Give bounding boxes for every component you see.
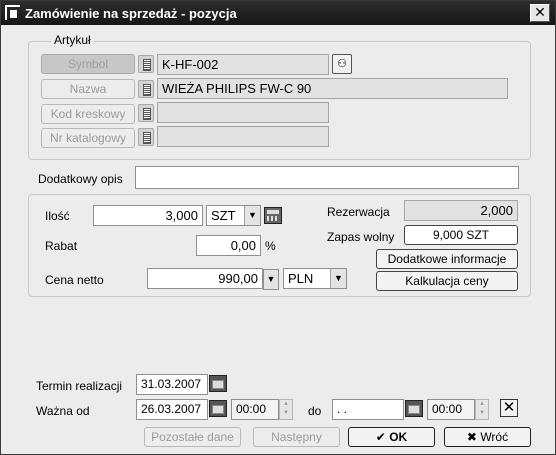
- rabat-label: Rabat: [45, 239, 78, 253]
- jednostka-value: SZT: [211, 208, 236, 223]
- chevron-down-icon[interactable]: ▼: [244, 206, 260, 225]
- pozostale-dane-button[interactable]: Pozostałe dane: [144, 427, 241, 447]
- zapas-wolny-button[interactable]: 9,000 SZT: [404, 225, 518, 245]
- termin-calendar-icon[interactable]: [209, 375, 227, 392]
- dodatkowy-opis-label: Dodatkowy opis: [38, 172, 123, 186]
- wazna-do-time-spinner[interactable]: ▲ ▼: [475, 399, 489, 420]
- nazwa-field[interactable]: WIEŻA PHILIPS FW-C 90: [157, 78, 508, 99]
- ilosc-field[interactable]: 3,000: [93, 205, 203, 226]
- clear-date-icon[interactable]: ✕: [500, 399, 518, 417]
- wazna-do-time-field[interactable]: 00:00: [427, 399, 475, 420]
- symbol-button[interactable]: Symbol: [41, 54, 135, 74]
- kod-kreskowy-button[interactable]: Kod kreskowy: [41, 104, 135, 124]
- artykul-group-label: Artykuł: [51, 33, 94, 47]
- zapas-wolny-label: Zapas wolny: [327, 230, 395, 244]
- nazwa-button[interactable]: Nazwa: [41, 79, 135, 99]
- wazna-od-date-field[interactable]: 26.03.2007: [136, 399, 208, 420]
- wroc-label: Wróć: [480, 430, 509, 444]
- termin-realizacji-label: Termin realizacji: [36, 379, 123, 393]
- rabat-field[interactable]: 0,00: [196, 235, 261, 256]
- title-bar: Zamówienie na sprzedaż - pozycja ✕: [1, 1, 555, 25]
- nastepny-button[interactable]: Następny: [253, 427, 340, 447]
- cena-chevron-down-icon[interactable]: ▼: [263, 269, 279, 290]
- kod-kreskowy-list-icon[interactable]: [138, 104, 154, 122]
- termin-realizacji-field[interactable]: 31.03.2007: [136, 374, 208, 395]
- kalkulacja-ceny-button[interactable]: Kalkulacja ceny: [376, 271, 518, 291]
- window-title: Zamówienie na sprzedaż - pozycja: [25, 6, 237, 21]
- dodatkowe-informacje-button[interactable]: Dodatkowe informacje: [376, 249, 518, 269]
- waluta-select[interactable]: PLN ▼: [283, 268, 347, 289]
- close-button[interactable]: ✕: [530, 4, 550, 22]
- nr-katalogowy-list-icon[interactable]: [138, 128, 154, 146]
- ilosc-label: Ilość: [45, 209, 70, 223]
- cena-netto-label: Cena netto: [45, 273, 104, 287]
- close-icon: ✖: [466, 430, 477, 444]
- waluta-value: PLN: [288, 271, 314, 286]
- rabat-unit: %: [265, 239, 276, 253]
- ok-button[interactable]: ✔ OK: [348, 427, 435, 447]
- wroc-button[interactable]: ✖ Wróć: [444, 427, 531, 447]
- jednostka-select[interactable]: SZT ▼: [206, 205, 261, 226]
- rezerwacja-label: Rezerwacja: [327, 205, 390, 219]
- rezerwacja-field: 2,000: [404, 200, 518, 221]
- wazna-od-label: Ważna od: [36, 404, 90, 418]
- kod-kreskowy-field[interactable]: [157, 102, 329, 123]
- wazna-do-calendar-icon[interactable]: [405, 400, 423, 417]
- waluta-chevron-down-icon[interactable]: ▼: [330, 269, 346, 288]
- app-icon: [5, 5, 20, 20]
- dodatkowy-opis-field[interactable]: [135, 166, 519, 189]
- symbol-list-icon[interactable]: [138, 55, 154, 73]
- calculator-icon[interactable]: [264, 207, 282, 224]
- wazna-do-date-field[interactable]: . .: [332, 399, 404, 420]
- symbol-field[interactable]: K-HF-002: [157, 54, 329, 75]
- wazna-od-time-spinner[interactable]: ▲ ▼: [279, 399, 293, 420]
- binoculars-icon[interactable]: ⚇: [332, 54, 352, 74]
- dialog-window: Zamówienie na sprzedaż - pozycja ✕ Artyk…: [0, 0, 556, 455]
- nr-katalogowy-field[interactable]: [157, 126, 329, 147]
- wazna-od-time-field[interactable]: 00:00: [231, 399, 279, 420]
- ok-label: OK: [389, 430, 408, 444]
- do-label: do: [308, 404, 322, 418]
- cena-netto-field[interactable]: 990,00: [147, 268, 263, 289]
- wazna-od-calendar-icon[interactable]: [209, 400, 227, 417]
- nazwa-list-icon[interactable]: [138, 80, 154, 98]
- nr-katalogowy-button[interactable]: Nr katalogowy: [41, 128, 135, 148]
- check-icon: ✔: [375, 430, 386, 444]
